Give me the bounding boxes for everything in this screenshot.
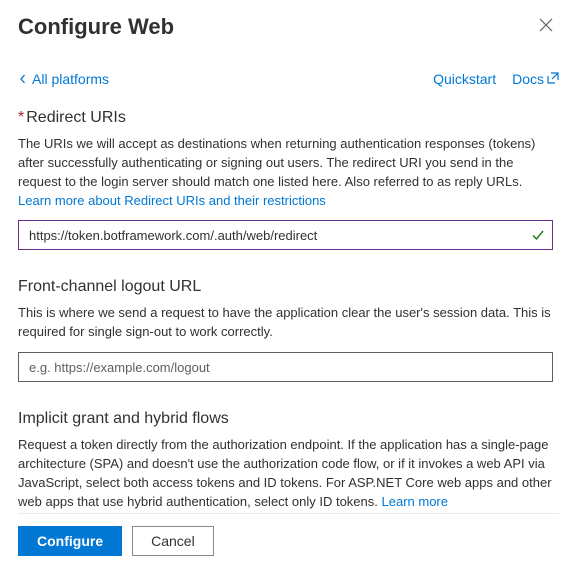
chevron-left-icon: [18, 71, 28, 87]
external-link-icon: [547, 71, 559, 87]
docs-link[interactable]: Docs: [512, 71, 559, 87]
redirect-uri-input-wrap: [18, 220, 553, 250]
logout-url-title: Front-channel logout URL: [18, 278, 553, 296]
scroll-area[interactable]: *Redirect URIs The URIs we will accept a…: [18, 109, 559, 513]
logout-url-desc: This is where we send a request to have …: [18, 304, 553, 342]
quickstart-link-label: Quickstart: [433, 71, 496, 87]
logout-url-section: Front-channel logout URL This is where w…: [18, 278, 553, 382]
close-icon: [539, 20, 553, 35]
redirect-uris-title: *Redirect URIs: [18, 109, 553, 127]
toolbar: All platforms Quickstart Docs: [18, 71, 559, 87]
logout-url-input-wrap: [18, 352, 553, 382]
redirect-uris-section: *Redirect URIs The URIs we will accept a…: [18, 109, 553, 250]
docs-link-label: Docs: [512, 71, 544, 87]
cancel-button[interactable]: Cancel: [132, 526, 214, 556]
configure-button[interactable]: Configure: [18, 526, 122, 556]
quickstart-link[interactable]: Quickstart: [433, 71, 496, 87]
redirect-uris-desc: The URIs we will accept as destinations …: [18, 135, 553, 210]
implicit-grant-desc: Request a token directly from the author…: [18, 436, 553, 511]
logout-url-input[interactable]: [18, 352, 553, 382]
close-button[interactable]: [533, 12, 559, 41]
required-indicator: *: [18, 109, 24, 126]
page-title: Configure Web: [18, 14, 174, 40]
redirect-uri-input[interactable]: [18, 220, 553, 250]
panel-header: Configure Web: [18, 12, 559, 41]
back-link[interactable]: All platforms: [18, 71, 109, 87]
implicit-grant-section: Implicit grant and hybrid flows Request …: [18, 410, 553, 511]
implicit-grant-learn-link[interactable]: Learn more: [382, 494, 448, 509]
footer: Configure Cancel: [18, 513, 559, 568]
redirect-uris-learn-link[interactable]: Learn more about Redirect URIs and their…: [18, 192, 553, 211]
back-link-label: All platforms: [32, 71, 109, 87]
implicit-grant-title: Implicit grant and hybrid flows: [18, 410, 553, 428]
